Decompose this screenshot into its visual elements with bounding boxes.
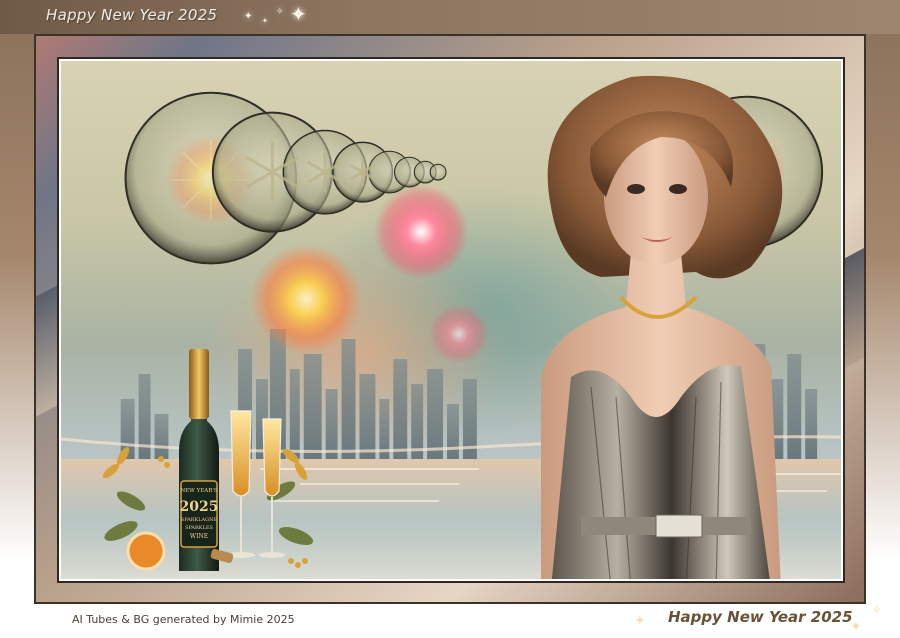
sparkle-icon: ✦ [262,17,268,25]
champagne-glass [227,410,255,558]
firework-small [429,304,489,364]
firework-gold [250,243,362,355]
greeting-card: Happy New Year 2025 ✦ ✦ ✧ ✦ NEW YEAR'S 2… [0,0,900,638]
credit-text: AI Tubes & BG generated by Mimie 2025 [72,613,295,626]
eye-right [669,184,687,194]
champagne-group: NEW YEAR'S 2025 SPARKLAGNE SPARKLES WINE [102,349,314,571]
picture-mat: NEW YEAR'S 2025 SPARKLAGNE SPARKLES WINE [57,57,845,583]
label-line4: WINE [190,533,208,540]
woman-figure [541,75,783,579]
sparkle-icon: ✦ [290,2,307,26]
sparkle-icon: ✦ [850,619,862,635]
sparkle-icon: ✦ [244,11,253,22]
label-line2: SPARKLAGNE [181,517,218,523]
scene: NEW YEAR'S 2025 SPARKLAGNE SPARKLES WINE [61,61,841,579]
sparkle-icon: ✧ [276,7,284,17]
label-line1: NEW YEAR'S [180,488,217,494]
bottle-foil [189,349,209,419]
outer-frame: NEW YEAR'S 2025 SPARKLAGNE SPARKLES WINE [34,34,866,604]
sparkle-icon: ✧ [872,603,883,617]
orb [429,163,447,181]
firework-pink [373,184,469,280]
header-title: Happy New Year 2025 [46,6,218,24]
label-year: 2025 [180,499,219,515]
belt-buckle [655,514,703,538]
label-line3: SPARKLES [185,525,213,531]
eye-left [627,184,645,194]
footer-title: Happy New Year 2025 [668,608,853,626]
sparkle-icon: ✦ [634,613,646,629]
orange-slice [126,531,166,571]
